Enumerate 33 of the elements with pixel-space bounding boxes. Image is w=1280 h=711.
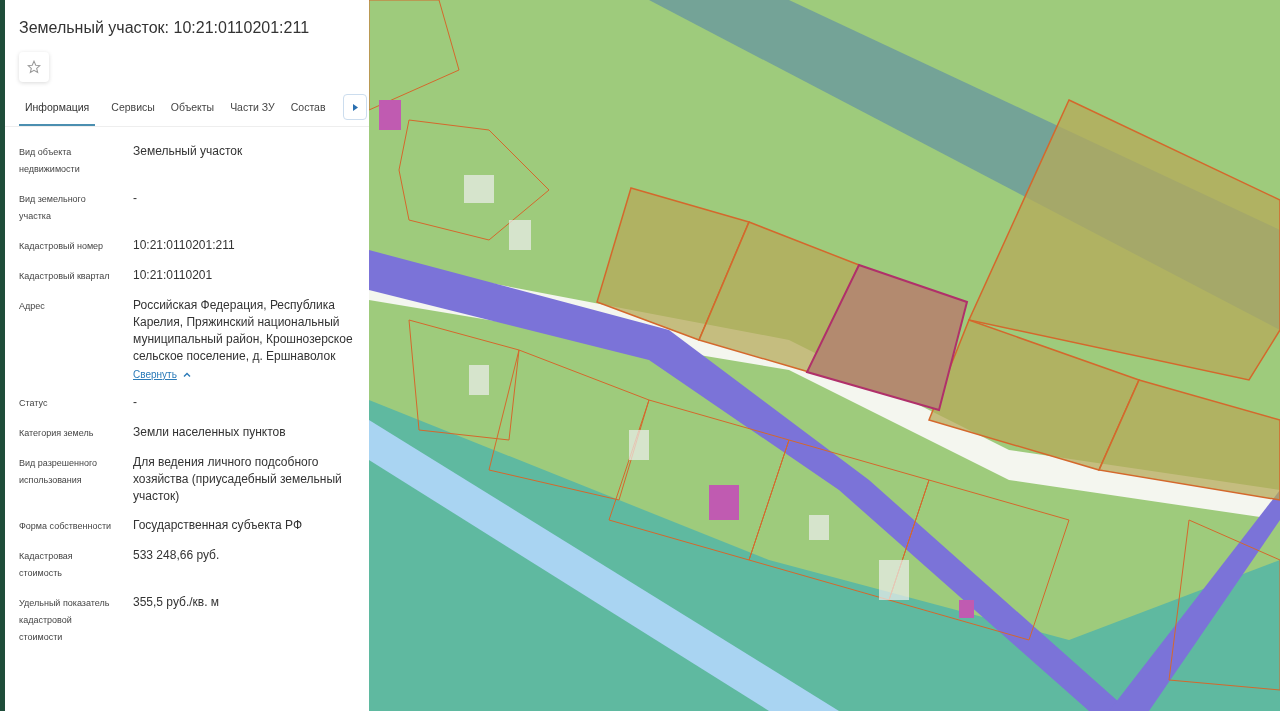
field-label: Кадастровая стоимость (19, 549, 74, 580)
field-label: Категория земель (19, 426, 95, 440)
tab[interactable]: Состав (290, 96, 326, 126)
field-value: 533 248,66 руб. (133, 546, 221, 564)
field-value: - (133, 393, 138, 411)
field-label: Кадастровый квартал (19, 269, 111, 283)
collapse-link[interactable]: Свернуть (133, 366, 191, 382)
field-label: Вид земельного участка (19, 192, 87, 223)
panel-title: Земельный участок: 10:21:0110201:211 (18, 18, 311, 38)
star-icon (27, 60, 41, 74)
field-value: Земли населенных пунктов (133, 423, 287, 441)
field-value: 355,5 руб./кв. м (133, 593, 221, 611)
field-value: Российская Федерация, Республика Карелия, Пряжинский национальный муниципальный район, Крошнозерское сельское поселение, д. Ершнаволок (133, 296, 354, 365)
field-label: Статус (19, 396, 49, 410)
caret-right-icon (352, 103, 358, 111)
tab[interactable]: Информация (19, 96, 96, 126)
tab[interactable]: Сервисы (111, 96, 155, 126)
field-label: Вид разрешенного использования (19, 456, 99, 487)
field-label: Вид объекта недвижимости (19, 145, 81, 176)
field-value: 10:21:0110201 (133, 266, 214, 284)
field-label: Адрес (19, 299, 46, 313)
tab[interactable]: Объекты (170, 96, 215, 126)
field-label: Удельный показатель кадастровой стоимости (19, 596, 111, 644)
chevron-up-icon (182, 371, 191, 377)
scroll-tabs-button[interactable] (343, 94, 367, 120)
field-value: Для ведения личного подсобного хозяйства (приусадебный земельный участок) (133, 453, 343, 505)
tab[interactable]: Части ЗУ (230, 96, 275, 126)
field-value: 10:21:0110201:211 (133, 236, 236, 254)
field-value: - (133, 189, 138, 207)
field-label: Форма собственности (19, 519, 113, 533)
field-value: Государственная субъекта РФ (133, 516, 304, 534)
field-label: Кадастровый номер (19, 239, 105, 253)
field-value: Земельный участок (133, 142, 244, 160)
